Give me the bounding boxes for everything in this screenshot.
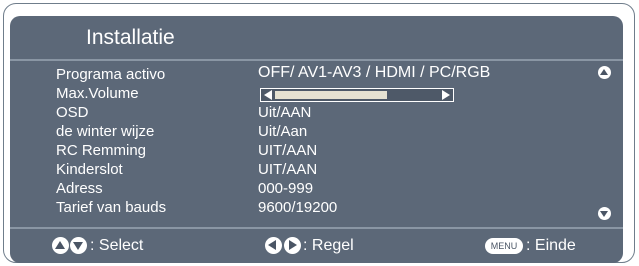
- key-hint-bar: : Select : Regel MENU : Einde: [10, 227, 623, 263]
- setting-value: 000-999: [258, 180, 314, 197]
- slider-right-arrow-icon[interactable]: [442, 90, 450, 100]
- setting-row-adress[interactable]: Adress 000-999: [10, 180, 623, 199]
- nav-up-icon: [52, 237, 69, 254]
- setting-label: Tarief van bauds: [56, 199, 167, 216]
- setting-label: OSD: [56, 104, 89, 121]
- setting-value: UIT/AAN: [258, 142, 318, 159]
- setting-value: 9600/19200: [258, 199, 338, 216]
- setting-label: de winter wijze: [56, 123, 155, 140]
- adjust-hint: : Regel: [303, 237, 354, 254]
- setting-label: Kinderslot: [56, 161, 123, 178]
- setting-value: UIT/AAN: [258, 161, 318, 178]
- settings-list: Programa activo OFF/ AV1-AV3 / HDMI / PC…: [10, 61, 623, 227]
- setting-row-programa-activo[interactable]: Programa activo OFF/ AV1-AV3 / HDMI / PC…: [10, 64, 623, 85]
- setting-value: OFF/ AV1-AV3 / HDMI / PC/RGB: [258, 64, 491, 81]
- select-hint: : Select: [90, 237, 144, 254]
- setting-label: Programa activo: [56, 66, 166, 83]
- setting-value: Uit/Aan: [258, 123, 308, 140]
- installatie-menu: Installatie Programa activo OFF/ AV1-AV3…: [10, 16, 623, 263]
- setting-row-osd[interactable]: OSD Uit/AAN: [10, 104, 623, 123]
- nav-left-icon: [265, 237, 282, 254]
- exit-hint: : Einde: [526, 237, 576, 254]
- setting-label: Adress: [56, 180, 103, 197]
- setting-row-tarief-van-bauds[interactable]: Tarief van bauds 9600/19200: [10, 199, 623, 218]
- slider-fill: [275, 91, 387, 99]
- setting-row-winter-wijze[interactable]: de winter wijze Uit/Aan: [10, 123, 623, 142]
- setting-row-kinderslot[interactable]: Kinderslot UIT/AAN: [10, 161, 623, 180]
- setting-label: Max.Volume: [56, 85, 139, 102]
- setting-label: RC Remming: [56, 142, 147, 159]
- setting-row-max-volume[interactable]: Max.Volume: [10, 85, 623, 104]
- nav-down-icon: [70, 237, 87, 254]
- nav-right-icon: [284, 237, 301, 254]
- setting-value: Uit/AAN: [258, 104, 312, 121]
- scroll-up-icon[interactable]: [598, 66, 611, 79]
- max-volume-slider[interactable]: [260, 88, 454, 102]
- scroll-down-icon[interactable]: [598, 207, 611, 220]
- setting-row-rc-remming[interactable]: RC Remming UIT/AAN: [10, 142, 623, 161]
- slider-left-arrow-icon[interactable]: [264, 90, 272, 100]
- menu-key-icon: MENU: [485, 238, 523, 254]
- menu-title: Installatie: [86, 26, 175, 49]
